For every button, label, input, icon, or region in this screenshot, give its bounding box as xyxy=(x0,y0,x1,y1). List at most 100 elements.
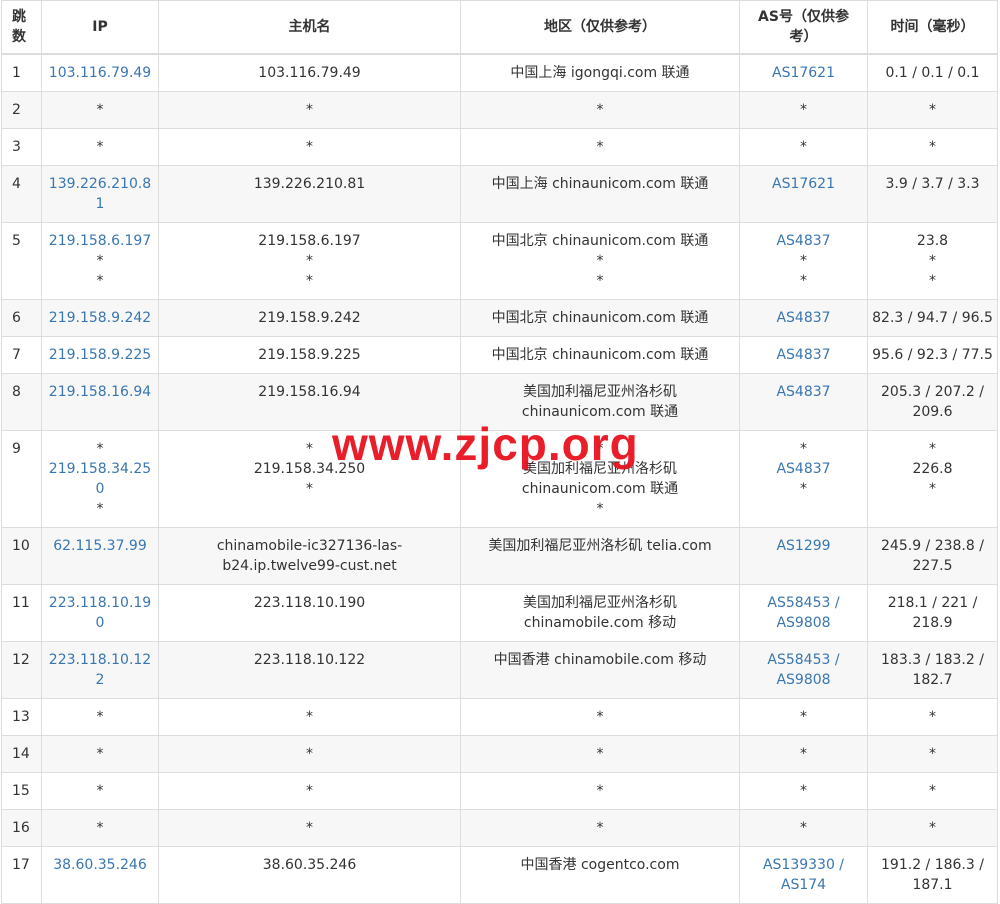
table-row: 6 219.158.9.242 219.158.9.242 中国北京 chinauni… xyxy=(1,299,998,337)
hop-cell: 12 xyxy=(1,641,42,699)
as-cell: * xyxy=(739,91,868,129)
host-text: 139.226.210.81 xyxy=(253,176,366,192)
time-text: 82.3 / 94.7 / 96.5 xyxy=(872,310,993,326)
region-cell: 中国上海 chinaunicom.com 联通 xyxy=(460,165,740,223)
as-cell: * xyxy=(739,698,868,736)
ip-cell: 139.226.210.81 xyxy=(41,165,159,223)
time-text: 191.2 / 186.3 / xyxy=(881,857,984,873)
time-cell: * xyxy=(867,91,998,129)
ip-link[interactable]: 219.158.6.197 xyxy=(46,231,154,251)
as-link[interactable]: AS4837 xyxy=(744,231,863,251)
time-text: 3.9 / 3.7 / 3.3 xyxy=(885,176,980,192)
hop-cell: 15 xyxy=(1,772,42,810)
as-link[interactable]: AS17621 xyxy=(744,174,863,194)
ip-link[interactable]: 62.115.37.99 xyxy=(46,536,154,556)
header-as: AS号（仅供参考） xyxy=(739,0,868,55)
time-text: * xyxy=(929,253,936,269)
time-cell: 183.3 / 183.2 / 182.7 xyxy=(867,641,998,699)
ip-cell: * xyxy=(41,698,159,736)
region-text: 中国上海 igongqi.com 联通 xyxy=(510,65,690,81)
ip-link[interactable]: 219.158.9.242 xyxy=(46,308,154,328)
ip-text: * xyxy=(96,820,104,836)
header-time: 时间（毫秒） xyxy=(867,0,998,55)
hop-cell: 3 xyxy=(1,128,42,166)
ip-link[interactable]: 223.118.10.122 xyxy=(46,650,154,690)
as-link[interactable]: AS9808 xyxy=(744,613,863,633)
as-cell: AS58453 /AS9808 xyxy=(739,584,868,642)
table-row: 10 62.115.37.99 chinamobile-ic327136-las-b… xyxy=(1,527,998,585)
table-row: 4 139.226.210.81 139.226.210.81 中国上海 chinau… xyxy=(1,165,998,223)
ip-cell: 38.60.35.246 xyxy=(41,846,159,904)
as-link[interactable]: AS139330 / xyxy=(744,855,863,875)
as-link[interactable]: AS58453 / xyxy=(744,593,863,613)
as-link[interactable]: AS17621 xyxy=(744,63,863,83)
ip-text: * xyxy=(96,709,104,725)
time-text: 218.9 xyxy=(912,615,953,631)
as-link[interactable]: AS9808 xyxy=(744,670,863,690)
as-link[interactable]: AS4837 xyxy=(744,308,863,328)
ip-cell: 219.158.16.94 xyxy=(41,373,159,431)
as-link[interactable]: AS58453 / xyxy=(744,650,863,670)
as-link[interactable]: AS174 xyxy=(744,875,863,895)
region-text: * xyxy=(596,139,604,155)
ip-text: * xyxy=(96,501,104,517)
hop-cell: 8 xyxy=(1,373,42,431)
region-text: * xyxy=(596,102,604,118)
ip-link[interactable]: 219.158.9.225 xyxy=(46,345,154,365)
time-cell: * xyxy=(867,772,998,810)
table-header-row: 跳数 IP 主机名 地区（仅供参考） AS号（仅供参考） 时间（毫秒） xyxy=(1,0,998,55)
time-text: * xyxy=(929,783,936,799)
time-text: 218.1 / 221 / xyxy=(887,595,978,611)
ip-cell: * xyxy=(41,772,159,810)
ip-link[interactable]: 219.158.16.94 xyxy=(46,382,154,402)
ip-link[interactable]: 219.158.34.250 xyxy=(46,459,154,499)
host-text: * xyxy=(306,102,313,118)
host-text: * xyxy=(306,709,313,725)
ip-link[interactable]: 139.226.210.81 xyxy=(46,174,154,214)
ip-cell: 219.158.6.197 * * xyxy=(41,222,159,300)
region-text: 美国加利福尼亚州洛杉矶 xyxy=(523,595,677,611)
as-text: * xyxy=(800,746,807,762)
host-text: * xyxy=(306,746,313,762)
as-link[interactable]: AS4837 xyxy=(744,459,863,479)
traceroute-table: 跳数 IP 主机名 地区（仅供参考） AS号（仅供参考） 时间（毫秒） 1 103… xyxy=(1,0,998,904)
table-row: 3 * * * * * xyxy=(1,128,998,166)
time-cell: * xyxy=(867,698,998,736)
hop-cell: 5 xyxy=(1,222,42,300)
ip-link[interactable]: 103.116.79.49 xyxy=(46,63,154,83)
header-hop: 跳数 xyxy=(1,0,42,55)
hostname-cell: 219.158.9.242 xyxy=(158,299,461,337)
region-cell: * xyxy=(460,772,740,810)
host-text: * xyxy=(306,253,313,269)
table-row: 9 * 219.158.34.250 * * 219.158.34.250 * * 美国加利福尼… xyxy=(1,430,998,528)
time-text: 227.5 xyxy=(912,558,953,574)
host-text: * xyxy=(306,273,313,289)
as-link[interactable]: AS4837 xyxy=(744,382,863,402)
host-text: 219.158.9.242 xyxy=(258,310,361,326)
time-text: * xyxy=(929,273,936,289)
time-text: 23.8 xyxy=(916,233,949,249)
ip-link[interactable]: 38.60.35.246 xyxy=(46,855,154,875)
region-text: * xyxy=(596,820,604,836)
hop-cell: 14 xyxy=(1,735,42,773)
region-cell: 中国香港 cogentco.com xyxy=(460,846,740,904)
time-cell: 191.2 / 186.3 / 187.1 xyxy=(867,846,998,904)
header-region: 地区（仅供参考） xyxy=(460,0,740,55)
time-text: * xyxy=(929,746,936,762)
hostname-cell: 223.118.10.190 xyxy=(158,584,461,642)
time-text: 0.1 / 0.1 / 0.1 xyxy=(885,65,980,81)
region-text: 美国加利福尼亚州洛杉矶 xyxy=(523,461,677,477)
ip-text: * xyxy=(96,273,104,289)
as-cell: * xyxy=(739,128,868,166)
time-text: * xyxy=(929,481,936,497)
hostname-cell: * xyxy=(158,91,461,129)
hop-cell: 9 xyxy=(1,430,42,528)
as-link[interactable]: AS1299 xyxy=(744,536,863,556)
hop-cell: 13 xyxy=(1,698,42,736)
ip-link[interactable]: 223.118.10.190 xyxy=(46,593,154,633)
as-link[interactable]: AS4837 xyxy=(744,345,863,365)
region-text: 中国北京 chinaunicom.com 联通 xyxy=(491,347,709,363)
header-hostname: 主机名 xyxy=(158,0,461,55)
as-cell: * xyxy=(739,809,868,847)
ip-text: * xyxy=(96,746,104,762)
